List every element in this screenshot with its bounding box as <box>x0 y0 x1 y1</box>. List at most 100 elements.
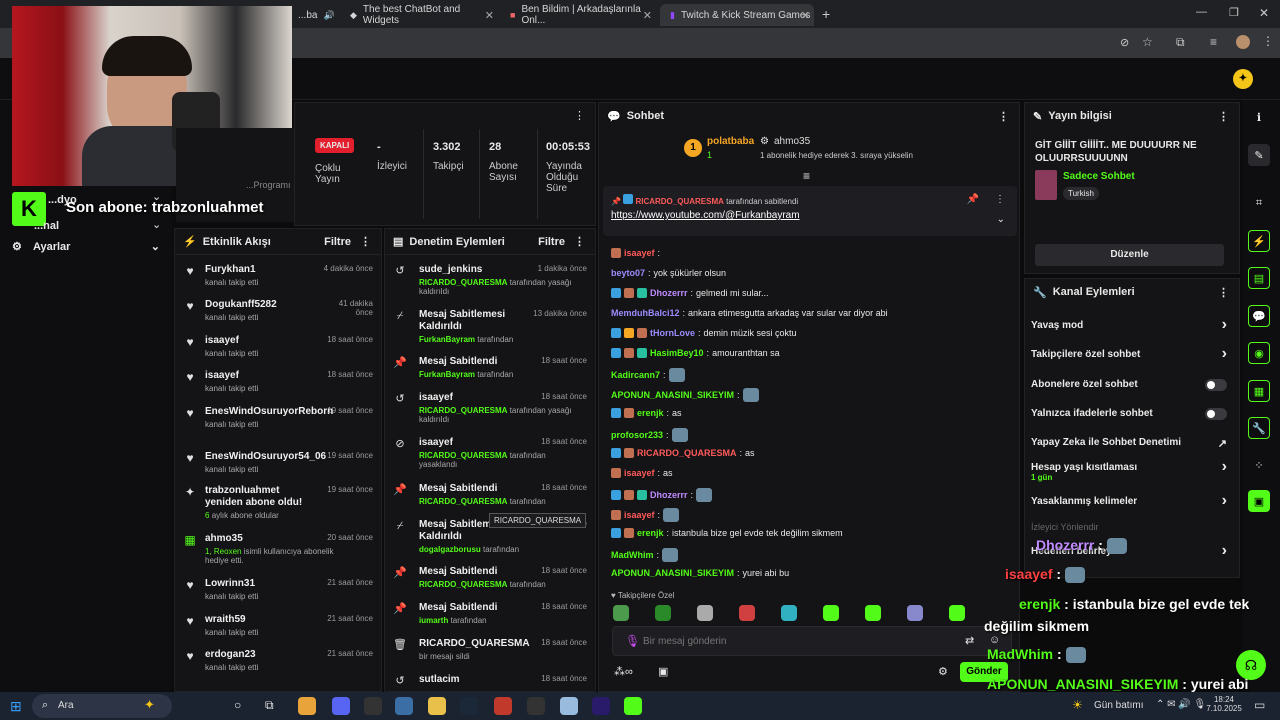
chevron-down-icon[interactable]: ⌄ <box>997 214 1005 225</box>
moderator-name[interactable]: RICARDO_QUARESMA <box>419 497 507 506</box>
activity-item[interactable]: ♥ Furykhan1 kanalı takip etti 4 dakika önce <box>183 264 373 298</box>
moderator-name[interactable]: dogalgazborusu <box>419 545 481 554</box>
moderator-name[interactable]: RICARDO_QUARESMA <box>419 451 507 460</box>
activity-item[interactable]: ▦ ahmo35 1, Reoxen isimli kullanıcıya abon… <box>183 533 373 567</box>
pencil-icon[interactable]: ✎ <box>1248 144 1270 166</box>
close-icon[interactable]: ✕ <box>801 9 810 22</box>
book-icon[interactable]: ▤ <box>1248 267 1270 289</box>
activity-item[interactable]: ♥ EnesWindOsuruyorReborn kanalı takip etti… <box>183 406 373 440</box>
moderator-name[interactable]: FurkanBayram <box>419 370 475 379</box>
tray-icons[interactable]: ⌃ ✉ 🔊 🎙 <box>1156 699 1206 710</box>
moderation-item[interactable]: 📌 Mesaj Sabitlendi RICARDO_QUARESMA tarafı… <box>393 483 587 517</box>
kick-icon[interactable] <box>624 697 642 715</box>
chat-message[interactable]: erenjk: as <box>611 408 682 418</box>
chevron-down-icon[interactable]: ⌄ <box>152 218 161 231</box>
emote-icon[interactable] <box>613 605 629 621</box>
cortana-icon[interactable]: ○ <box>234 698 241 712</box>
discord-icon[interactable] <box>332 697 350 715</box>
chat-username[interactable]: isaayef <box>624 248 655 258</box>
star-icon[interactable]: ☆ <box>1142 35 1153 49</box>
emote-icon[interactable] <box>823 605 839 621</box>
moderation-item[interactable]: ⌿ Mesaj Sabitlemesi Kaldırıldı FurkanBayra… <box>393 309 587 344</box>
premiere-icon[interactable] <box>592 697 610 715</box>
sidebar-item-settings[interactable]: ⚙ Ayarlar ⌄ <box>6 240 166 253</box>
channel-action-item[interactable]: Abonelere özel sohbet <box>1031 379 1227 395</box>
chat-message[interactable]: APONUN_ANASINI_SIKEYIM: yurei abi bu <box>611 568 789 578</box>
frame-icon[interactable]: ⌗ <box>1248 192 1270 214</box>
filter-button[interactable]: Filtre <box>538 236 565 248</box>
channel-action-item[interactable]: Yapay Zeka ile Sohbet Denetimi ↗ <box>1031 437 1227 453</box>
chat-message[interactable]: erenjk: istanbula bize gel evde tek değil… <box>611 528 843 538</box>
moderation-item[interactable]: 📌 Mesaj Sabitlendi FurkanBayram tarafından… <box>393 356 587 390</box>
moderation-item[interactable]: ⊘ isaayef RICARDO_QUARESMA tarafından yasa… <box>393 437 587 471</box>
emote-icon[interactable] <box>949 605 965 621</box>
menu-dots-icon[interactable]: ⋮ <box>574 109 585 122</box>
chat-username[interactable]: beyto07 <box>611 268 645 278</box>
chat-message[interactable]: Dhozerrr: <box>611 488 713 502</box>
activity-item[interactable]: ♥ Dogukanff5282 kanalı takip etti 41 dakika… <box>183 299 373 333</box>
toggle-switch[interactable] <box>1205 379 1227 391</box>
chat-message[interactable]: MadWhim: <box>611 548 679 562</box>
new-tab-icon[interactable]: + <box>822 6 830 22</box>
chat-username[interactable]: Dhozerrr <box>650 490 688 500</box>
emoji-icon[interactable]: ☺ <box>989 634 1000 646</box>
leader-username[interactable]: polatbaba <box>707 136 754 147</box>
moderator-name[interactable]: RICARDO_QUARESMA <box>419 278 507 287</box>
notification-icon[interactable]: ▭ <box>1254 698 1265 712</box>
chat-username[interactable]: MadWhim <box>611 550 654 560</box>
emote-icon[interactable] <box>781 605 797 621</box>
channel-action-item[interactable]: Takipçilere özel sohbet › <box>1031 345 1227 365</box>
activity-item[interactable]: ♥ isaayef kanalı takip etti 18 saat önce <box>183 370 373 404</box>
edit-button[interactable]: Düzenle <box>1035 244 1224 266</box>
maximize-icon[interactable]: ❐ <box>1229 6 1239 19</box>
translate-icon[interactable]: ⇄ <box>965 634 974 647</box>
chat-username[interactable]: isaayef <box>624 468 655 478</box>
browser-tab[interactable]: ■ Ben Bildim | Arkadaşlarınla Onl... ✕ <box>500 4 656 26</box>
activity-item[interactable]: ♥ Lowrinn31 kanalı takip etti 21 saat önce <box>183 578 373 612</box>
activity-item[interactable]: ✦ trabzonluahmet yeniden abone oldu! 6 ayl… <box>183 485 373 520</box>
moderator-name[interactable]: iumarth <box>419 616 448 625</box>
gift-box-icon[interactable]: ▣ <box>658 665 668 678</box>
chat-message[interactable]: profosor233: <box>611 428 688 442</box>
menu-dots-icon[interactable]: ⋮ <box>1218 110 1229 123</box>
moderator-name[interactable]: FurkanBayram <box>419 335 475 344</box>
clapper-icon[interactable]: ▣ <box>1248 490 1270 512</box>
chat-message[interactable]: APONUN_ANASINI_SIKEYIM: <box>611 388 759 402</box>
app-icon[interactable] <box>527 697 545 715</box>
filter-button[interactable]: Filtre <box>324 236 351 248</box>
task-view-icon[interactable]: ⧉ <box>265 698 274 713</box>
browser-tab[interactable]: ...ba 🔊 <box>288 4 335 26</box>
chat-message[interactable]: Kadircann7: <box>611 368 685 382</box>
settings-icon[interactable]: ⚙ <box>938 665 948 678</box>
close-icon[interactable]: ✕ <box>643 9 652 22</box>
menu-dots-icon[interactable]: ⋮ <box>995 194 1005 205</box>
lightning-icon[interactable]: ⚡ <box>1248 230 1270 252</box>
emote-icon[interactable] <box>697 605 713 621</box>
apps-icon[interactable]: ⁘ <box>1248 454 1270 476</box>
reading-list-icon[interactable]: ≡ <box>1210 35 1217 49</box>
collapse-icon[interactable]: ≡ <box>803 169 810 183</box>
emote-icon[interactable] <box>655 605 671 621</box>
browser-tab-active[interactable]: ▮ Twitch & Kick Stream Games ✕ <box>660 4 814 26</box>
chat-message[interactable]: tHornLove: demin müzik sesi çoktu <box>611 328 797 338</box>
chat-username[interactable]: APONUN_ANASINI_SIKEYIM <box>611 568 734 578</box>
channel-action-item[interactable]: Yasaklanmış kelimeler › <box>1031 492 1227 512</box>
chat-message[interactable]: isaayef: <box>611 508 680 522</box>
pinned-link[interactable]: https://www.youtube.com/@Furkanbayram <box>611 210 800 221</box>
steam-icon[interactable] <box>460 697 478 715</box>
extensions-icon[interactable]: ⧉ <box>1176 35 1185 50</box>
points-icon[interactable]: ⁂∞ <box>614 665 633 678</box>
chat-username[interactable]: APONUN_ANASINI_SIKEYIM <box>611 390 734 400</box>
emote-icon[interactable] <box>865 605 881 621</box>
chat-username[interactable]: erenjk <box>637 528 664 538</box>
moderation-item[interactable]: 📌 Mesaj Sabitlendi iumarth tarafından 18 sa… <box>393 602 587 636</box>
channel-action-item[interactable]: Hesap yaşı kısıtlaması 1 gün › <box>1031 458 1227 482</box>
microphone-icon[interactable]: 🎙 <box>625 634 640 648</box>
gifter-name[interactable]: ahmo35 <box>774 136 810 147</box>
wrench-icon[interactable]: 🔧 <box>1248 417 1270 439</box>
moderation-item[interactable]: 🗑 RICARDO_QUARESMA bir mesajı sildi 18 saat… <box>393 638 587 672</box>
chat-username[interactable]: erenjk <box>637 408 664 418</box>
menu-dots-icon[interactable]: ⋮ <box>360 235 371 248</box>
chat-message[interactable]: HasimBey10: amouranthtan sa <box>611 348 780 358</box>
emote-icon[interactable] <box>907 605 923 621</box>
